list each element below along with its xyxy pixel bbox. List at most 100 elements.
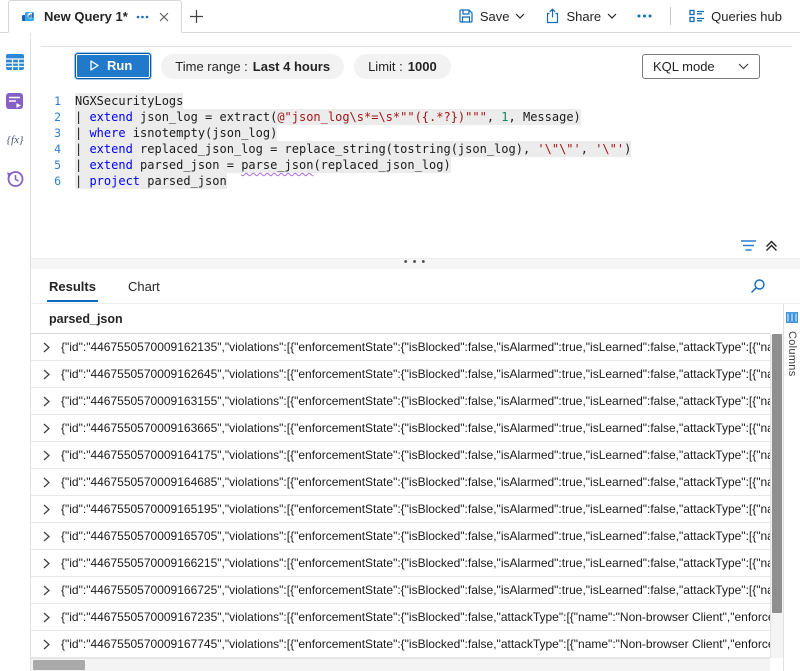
row-expand-chevron-icon[interactable] <box>31 396 61 407</box>
limit-picker[interactable]: Limit : 1000 <box>354 54 451 79</box>
row-expand-chevron-icon[interactable] <box>31 612 61 623</box>
line-number: 1 <box>31 93 75 109</box>
row-expand-chevron-icon[interactable] <box>31 423 61 434</box>
row-json-cell: {"id":"4467550570009164685","violations"… <box>61 475 770 489</box>
run-button[interactable]: Run <box>75 53 151 79</box>
tab-bar-actions: Save Share <box>450 0 800 32</box>
run-label: Run <box>107 58 132 73</box>
columns-panel-label: Columns <box>786 331 798 377</box>
queries-hub-button[interactable]: Queries hub <box>681 5 790 28</box>
tab-more-icon[interactable] <box>135 15 150 19</box>
row-expand-chevron-icon[interactable] <box>31 639 61 650</box>
code-line[interactable]: 5| extend parsed_json = parse_json(repla… <box>31 157 800 173</box>
row-expand-chevron-icon[interactable] <box>31 477 61 488</box>
limit-value: 1000 <box>408 59 437 74</box>
row-expand-chevron-icon[interactable] <box>31 342 61 353</box>
result-row[interactable]: {"id":"4467550570009165705","violations"… <box>31 523 770 550</box>
horizontal-scrollbar[interactable] <box>31 658 770 671</box>
code-text: NGXSecurityLogs <box>75 93 183 109</box>
tables-panel-icon[interactable] <box>4 51 26 73</box>
tab-close-icon[interactable] <box>157 12 171 22</box>
query-tab-bar: New Query 1* Save <box>0 0 800 33</box>
queries-hub-icon <box>689 9 705 23</box>
query-tab[interactable]: New Query 1* <box>8 0 182 33</box>
row-json-cell: {"id":"4467550570009162135","violations"… <box>61 340 770 354</box>
limit-label: Limit : <box>368 59 403 74</box>
result-row[interactable]: {"id":"4467550570009163665","violations"… <box>31 415 770 442</box>
code-text: | extend parsed_json = parse_json(replac… <box>75 157 451 173</box>
code-line[interactable]: 1NGXSecurityLogs <box>31 93 800 109</box>
code-line[interactable]: 4| extend replaced_json_log = replace_st… <box>31 141 800 157</box>
line-number: 2 <box>31 109 75 125</box>
editor-footer-actions <box>740 239 778 252</box>
vertical-scrollbar[interactable] <box>770 334 783 658</box>
kql-mode-value: KQL mode <box>653 59 715 74</box>
line-number: 6 <box>31 173 75 189</box>
line-number: 4 <box>31 141 75 157</box>
kql-code-editor[interactable]: 1NGXSecurityLogs2| extend json_log = ext… <box>31 87 800 189</box>
query-toolbar: Run Time range : Last 4 hours Limit : 10… <box>31 33 800 87</box>
save-icon <box>458 8 474 24</box>
horizontal-scrollbar-thumb[interactable] <box>33 660 85 670</box>
column-header-parsed-json[interactable]: parsed_json <box>31 304 770 334</box>
play-icon <box>90 60 99 71</box>
row-expand-chevron-icon[interactable] <box>31 558 61 569</box>
row-json-cell: {"id":"4467550570009167235","violations"… <box>61 610 770 624</box>
time-range-picker[interactable]: Time range : Last 4 hours <box>161 54 344 79</box>
toolbar-divider <box>670 7 671 25</box>
columns-panel-toggle[interactable]: Columns <box>783 304 800 671</box>
code-line[interactable]: 3| where isnotempty(json_log) <box>31 125 800 141</box>
tab-title: New Query 1* <box>44 9 128 24</box>
tab-chart[interactable]: Chart <box>126 271 162 302</box>
result-row[interactable]: {"id":"4467550570009167745","violations"… <box>31 631 770 658</box>
save-label: Save <box>480 9 510 24</box>
history-panel-icon[interactable] <box>4 168 26 190</box>
saved-queries-panel-icon[interactable] <box>4 90 26 112</box>
row-expand-chevron-icon[interactable] <box>31 531 61 542</box>
search-results-icon[interactable] <box>750 278 766 294</box>
result-row[interactable]: {"id":"4467550570009162645","violations"… <box>31 361 770 388</box>
results-grid-area: parsed_json {"id":"4467550570009162135",… <box>31 304 800 671</box>
adx-query-icon <box>21 9 37 25</box>
azure-data-explorer-window: New Query 1* Save <box>0 0 800 671</box>
filter-results-icon[interactable] <box>740 239 757 252</box>
result-row[interactable]: {"id":"4467550570009166215","violations"… <box>31 550 770 577</box>
share-button[interactable]: Share <box>537 4 625 28</box>
row-expand-chevron-icon[interactable] <box>31 450 61 461</box>
code-text: | extend replaced_json_log = replace_str… <box>75 141 631 157</box>
row-expand-chevron-icon[interactable] <box>31 585 61 596</box>
result-row[interactable]: {"id":"4467550570009166725","violations"… <box>31 577 770 604</box>
row-json-cell: {"id":"4467550570009162645","violations"… <box>61 367 770 381</box>
row-expand-chevron-icon[interactable] <box>31 369 61 380</box>
result-row[interactable]: {"id":"4467550570009164175","violations"… <box>31 442 770 469</box>
row-json-cell: {"id":"4467550570009165705","violations"… <box>61 529 770 543</box>
result-row[interactable]: {"id":"4467550570009164685","violations"… <box>31 469 770 496</box>
panel-resize-handle[interactable]: • • • <box>31 258 800 269</box>
functions-panel-icon[interactable]: {fx} <box>4 129 26 151</box>
share-icon <box>545 8 560 24</box>
query-card-border <box>41 46 792 47</box>
result-row[interactable]: {"id":"4467550570009167235","violations"… <box>31 604 770 631</box>
row-json-cell: {"id":"4467550570009163665","violations"… <box>61 421 770 435</box>
code-line[interactable]: 6| project parsed_json <box>31 173 800 189</box>
row-expand-chevron-icon[interactable] <box>31 504 61 515</box>
code-text: | project parsed_json <box>75 173 227 189</box>
result-row[interactable]: {"id":"4467550570009163155","violations"… <box>31 388 770 415</box>
tab-results[interactable]: Results <box>47 271 98 302</box>
row-json-cell: {"id":"4467550570009164175","violations"… <box>61 448 770 462</box>
collapse-editor-icon[interactable] <box>765 239 778 252</box>
kql-mode-chevron-icon <box>738 63 749 70</box>
row-json-cell: {"id":"4467550570009165195","violations"… <box>61 502 770 516</box>
result-row[interactable]: {"id":"4467550570009165195","violations"… <box>31 496 770 523</box>
line-number: 3 <box>31 125 75 141</box>
vertical-scrollbar-thumb[interactable] <box>772 334 782 613</box>
more-actions-button[interactable] <box>629 10 660 22</box>
code-text: | where isnotempty(json_log) <box>75 125 277 141</box>
new-tab-button[interactable] <box>182 0 212 32</box>
save-button[interactable]: Save <box>450 4 534 28</box>
kql-mode-select[interactable]: KQL mode <box>642 54 760 79</box>
results-tab-strip: Results Chart <box>31 269 800 304</box>
line-number: 5 <box>31 157 75 173</box>
result-row[interactable]: {"id":"4467550570009162135","violations"… <box>31 334 770 361</box>
code-line[interactable]: 2| extend json_log = extract(@"json_log\… <box>31 109 800 125</box>
